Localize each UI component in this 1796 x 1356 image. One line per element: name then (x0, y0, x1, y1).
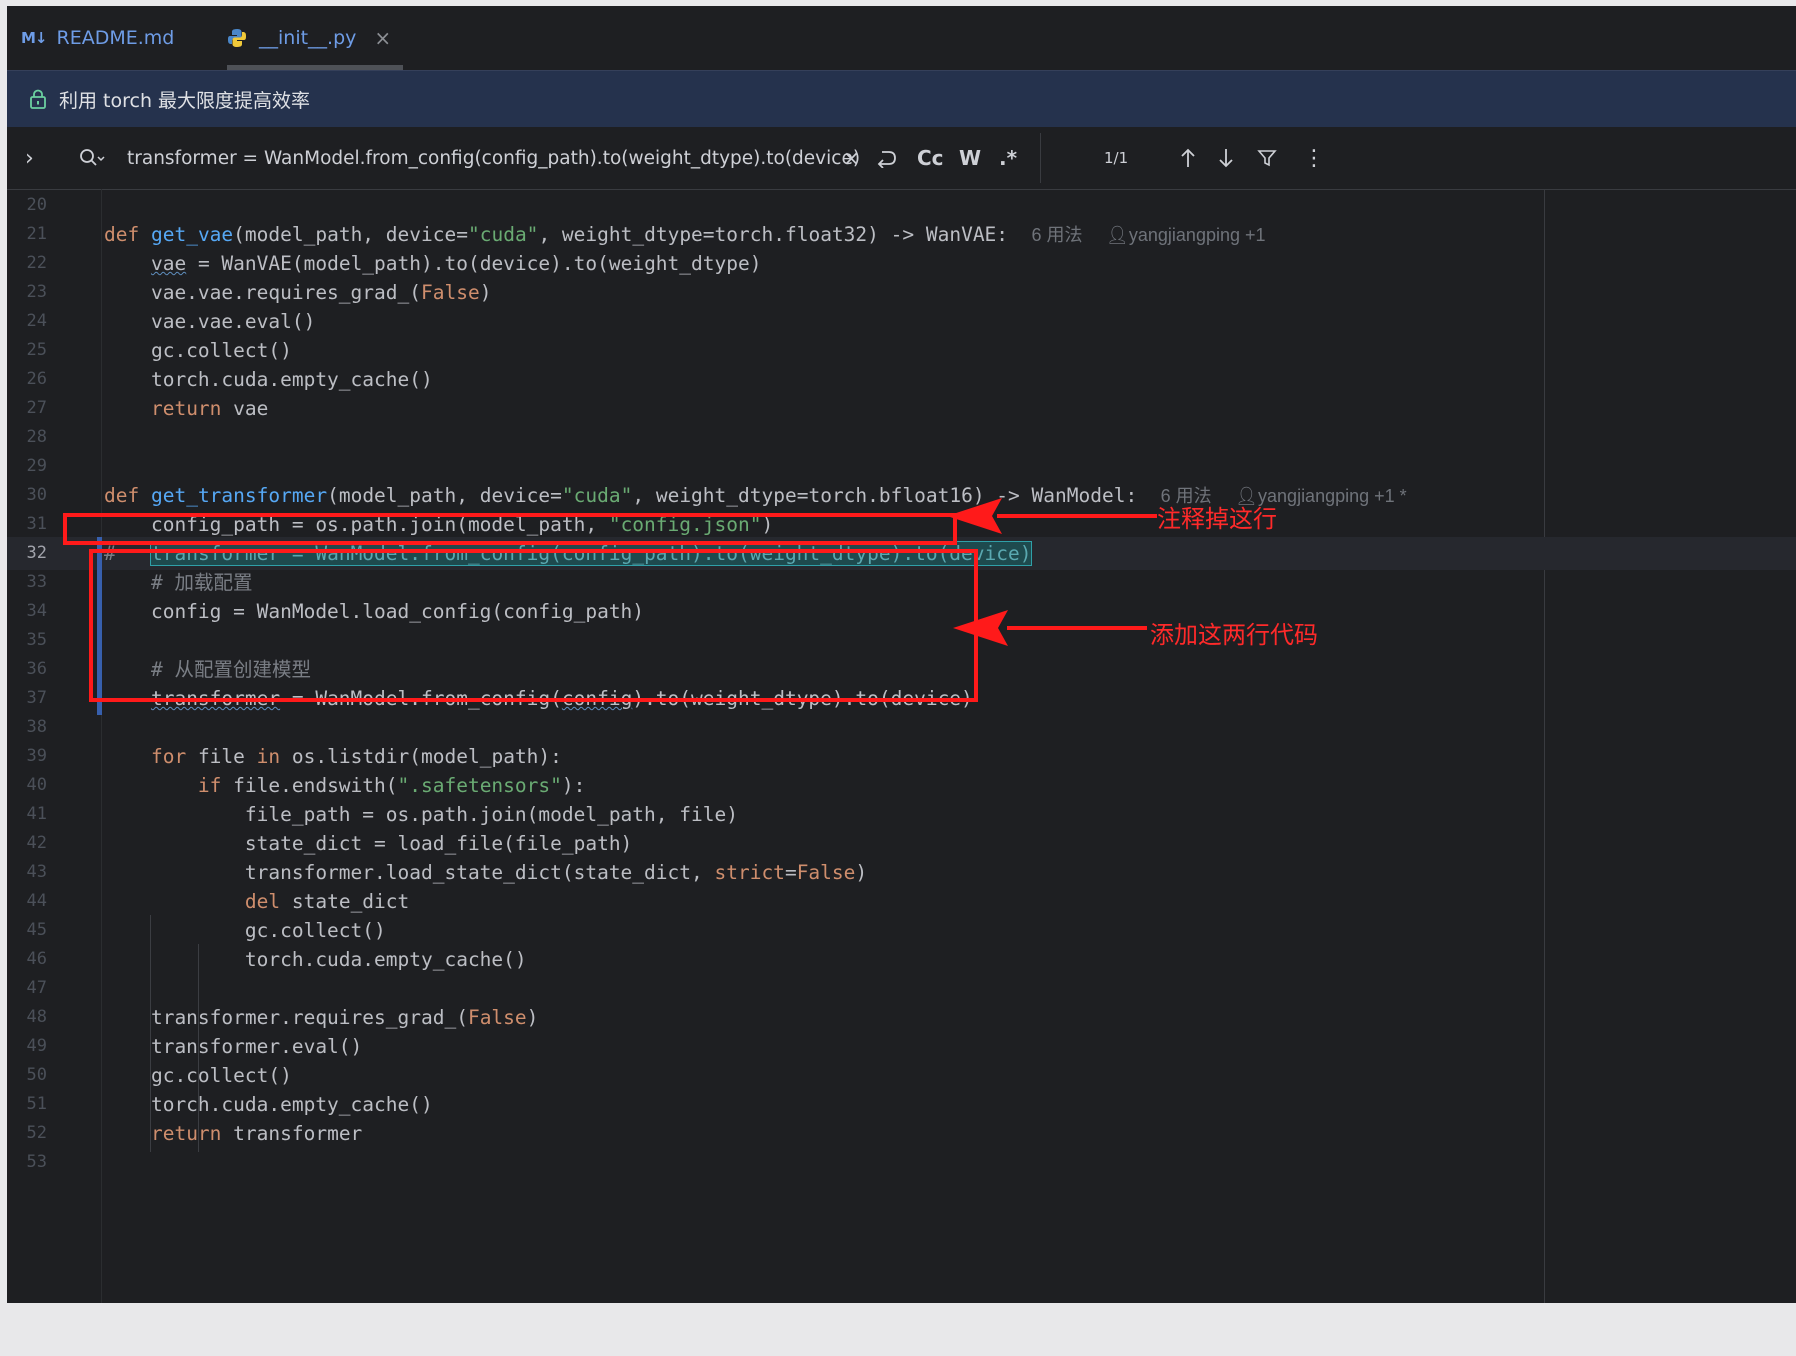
find-bar: › transformer = WanModel.from_config(con… (7, 127, 1796, 190)
arrow-down-icon[interactable] (1217, 127, 1235, 189)
editor-tab-bar: M↓ README.md __init__.py × (7, 6, 1796, 70)
tab-label: README.md (56, 27, 175, 49)
code-line: 53 (26, 1152, 47, 1172)
match-count: 1/1 (1104, 149, 1129, 167)
newline-icon[interactable] (875, 127, 897, 189)
filter-icon[interactable] (1257, 127, 1277, 189)
author-hint[interactable]: yangjiangping +1 (1129, 225, 1266, 245)
banner-text: 利用 torch 最大限度提高效率 (59, 89, 311, 112)
tab-label: __init__.py (259, 27, 357, 49)
tab-init-py[interactable]: __init__.py × (227, 6, 404, 70)
code-editor[interactable]: 20 21 def get_vae(model_path, device="cud… (7, 189, 1796, 1303)
clear-search-button[interactable]: × (843, 127, 860, 189)
markdown-icon: M↓ (21, 29, 47, 47)
annotation-label-add: 添加这两行代码 (1150, 621, 1318, 649)
expand-replace-button[interactable]: › (25, 127, 34, 189)
lock-icon (29, 89, 47, 109)
search-icon[interactable] (79, 127, 105, 189)
annotation-box-add (89, 549, 978, 702)
author-hint[interactable]: yangjiangping +1 * (1258, 486, 1407, 506)
ide-window: M↓ README.md __init__.py × 利用 torch 最大限度… (7, 6, 1796, 1303)
usages-hint[interactable]: 6 用法 (1032, 225, 1083, 245)
python-icon (227, 28, 247, 48)
annotation-box-comment (63, 513, 957, 545)
user-icon: 👤︎ (1106, 225, 1129, 245)
window-left-edge (0, 6, 7, 1303)
tab-readme[interactable]: M↓ README.md (21, 6, 174, 70)
arrow-up-icon[interactable] (1179, 127, 1197, 189)
more-options-button[interactable]: ⋮ (1303, 127, 1325, 189)
close-icon[interactable]: × (374, 26, 391, 50)
info-banner: 利用 torch 最大限度提高效率 (7, 70, 1796, 128)
search-input[interactable]: transformer = WanModel.from_config(confi… (127, 127, 860, 189)
window-bottom-edge (0, 1303, 1796, 1356)
divider (1040, 133, 1041, 183)
match-case-button[interactable]: Cc (917, 127, 944, 189)
whole-word-button[interactable]: W (959, 127, 981, 189)
regex-button[interactable]: .* (999, 127, 1017, 189)
annotation-label-comment: 注释掉这行 (1157, 505, 1277, 533)
